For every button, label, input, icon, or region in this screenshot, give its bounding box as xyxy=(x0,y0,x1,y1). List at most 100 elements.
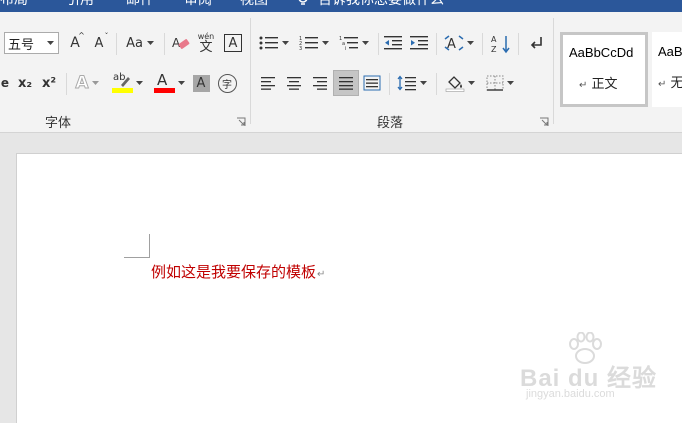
style-normal-sample: AaBbCcDd xyxy=(569,45,634,60)
numbering-button[interactable]: 123 xyxy=(296,33,332,53)
increase-indent-icon xyxy=(410,36,428,50)
align-right-icon xyxy=(313,77,327,90)
tell-me-text: 告诉我你想要做什么 xyxy=(318,0,444,8)
justify-button[interactable] xyxy=(333,70,359,96)
chevron-down-icon xyxy=(468,81,475,85)
divider xyxy=(378,33,379,55)
chevron-down-icon xyxy=(47,41,54,45)
shrink-font-icon: Aˇ xyxy=(94,31,109,51)
tab-layout[interactable]: 布局 xyxy=(0,0,28,9)
tab-references[interactable]: 引用 xyxy=(66,0,94,9)
increase-indent-button[interactable] xyxy=(408,33,430,53)
line-spacing-icon xyxy=(397,75,416,91)
chevron-down-icon xyxy=(420,81,427,85)
paragraph-mark: ↵ xyxy=(317,269,326,280)
tab-view[interactable]: 视图 xyxy=(240,0,268,9)
clear-formatting-button[interactable]: A xyxy=(170,33,192,53)
margin-corner-mark xyxy=(149,234,150,258)
chinese-layout-button[interactable]: A xyxy=(442,33,476,53)
svg-text:Z: Z xyxy=(491,45,497,54)
style-no-spacing[interactable]: AaBbC ↵ 无间隔 xyxy=(652,32,682,107)
enclose-characters-button[interactable]: 字 xyxy=(216,72,238,94)
margin-corner-mark xyxy=(124,257,150,258)
paragraph-group-label: 段落 xyxy=(377,116,404,131)
superscript-icon: x² xyxy=(41,75,57,91)
style-no-spacing-name: ↵ 无间隔 xyxy=(658,76,682,91)
shrink-font-button[interactable]: Aˇ xyxy=(88,31,110,53)
highlight-color-button[interactable]: ab xyxy=(108,70,146,96)
tab-mailings[interactable]: 邮件 xyxy=(126,0,154,9)
style-normal[interactable]: AaBbCcDd ↵ 正文 xyxy=(560,32,648,107)
borders-icon xyxy=(486,75,504,91)
borders-button[interactable] xyxy=(482,72,518,94)
dialog-launcher-icon[interactable] xyxy=(236,117,246,127)
align-right-button[interactable] xyxy=(309,72,331,94)
bullet-list-icon xyxy=(259,36,278,50)
chevron-down-icon xyxy=(467,41,474,45)
align-left-button[interactable] xyxy=(257,72,279,94)
character-shading-icon: A xyxy=(192,74,210,92)
chevron-down-icon xyxy=(136,81,143,85)
align-center-button[interactable] xyxy=(283,72,305,94)
change-case-button[interactable]: Aa xyxy=(122,33,158,53)
character-shading-button[interactable]: A xyxy=(190,72,212,94)
text-effects-icon: A xyxy=(75,73,89,94)
character-border-button[interactable]: A xyxy=(222,33,244,53)
chevron-down-icon xyxy=(282,41,289,45)
chevron-down-icon xyxy=(178,81,185,85)
grow-font-icon: A ^ xyxy=(70,31,85,51)
divider xyxy=(436,33,437,55)
show-formatting-marks-button[interactable] xyxy=(524,33,548,53)
divider xyxy=(482,33,483,55)
chevron-down-icon xyxy=(91,81,99,85)
tab-review[interactable]: 审阅 xyxy=(184,0,212,9)
chevron-down-icon xyxy=(362,41,369,45)
divider xyxy=(518,33,519,55)
strikethrough-icon: e xyxy=(0,76,10,90)
strikethrough-button[interactable]: e xyxy=(0,73,10,93)
divider xyxy=(436,73,437,95)
font-color-button[interactable]: A xyxy=(150,70,188,96)
subscript-button[interactable]: x₂ xyxy=(14,72,36,94)
multilevel-list-icon: 1ai xyxy=(339,36,358,51)
svg-text:A: A xyxy=(172,36,181,50)
grow-font-button[interactable]: A ^ xyxy=(64,31,86,53)
distributed-button[interactable] xyxy=(361,72,383,94)
ribbon-tab-bar: 布局 引用 邮件 审阅 视图 告诉我你想要做什么 xyxy=(0,0,682,12)
sort-button[interactable]: AZ xyxy=(488,33,514,55)
shading-button[interactable] xyxy=(442,72,478,94)
dialog-launcher-icon[interactable] xyxy=(539,117,549,127)
paragraph-mark-icon xyxy=(530,37,542,49)
text-effects-button[interactable]: A xyxy=(72,72,102,94)
chevron-down-icon xyxy=(507,81,514,85)
bullets-button[interactable] xyxy=(256,33,292,53)
chinese-layout-icon: A xyxy=(444,35,464,51)
align-center-icon xyxy=(287,77,301,90)
ribbon: 五号 A ^ Aˇ Aa A wén 文 A e x₂ x² A ab A A … xyxy=(0,12,682,133)
multilevel-list-button[interactable]: 1ai xyxy=(336,33,372,53)
style-no-spacing-sample: AaBbC xyxy=(658,44,682,59)
svg-text:A: A xyxy=(491,35,497,44)
tell-me-box[interactable]: 告诉我你想要做什么 xyxy=(296,0,444,9)
svg-text:3: 3 xyxy=(299,46,302,51)
font-size-select[interactable]: 五号 xyxy=(4,32,59,54)
document-paragraph[interactable]: 例如这是我要保存的模板↵ xyxy=(151,261,325,282)
line-spacing-button[interactable] xyxy=(394,72,430,94)
font-group-label: 字体 xyxy=(45,116,72,131)
superscript-button[interactable]: x² xyxy=(38,72,60,94)
enclose-characters-icon: 字 xyxy=(217,73,237,93)
phonetic-guide-button[interactable]: wén 文 xyxy=(194,30,218,56)
font-color-icon: A xyxy=(153,71,175,94)
eraser-icon: A xyxy=(172,36,190,50)
style-normal-name: ↵ 正文 xyxy=(579,77,618,92)
change-case-icon: Aa xyxy=(126,35,143,51)
lightbulb-icon xyxy=(298,0,308,5)
svg-text:i: i xyxy=(345,46,346,51)
divider xyxy=(389,73,390,95)
sort-az-icon: AZ xyxy=(491,35,510,54)
divider xyxy=(66,73,67,95)
decrease-indent-icon xyxy=(384,36,402,50)
divider xyxy=(164,33,165,55)
paint-bucket-icon xyxy=(445,76,465,92)
decrease-indent-button[interactable] xyxy=(382,33,404,53)
